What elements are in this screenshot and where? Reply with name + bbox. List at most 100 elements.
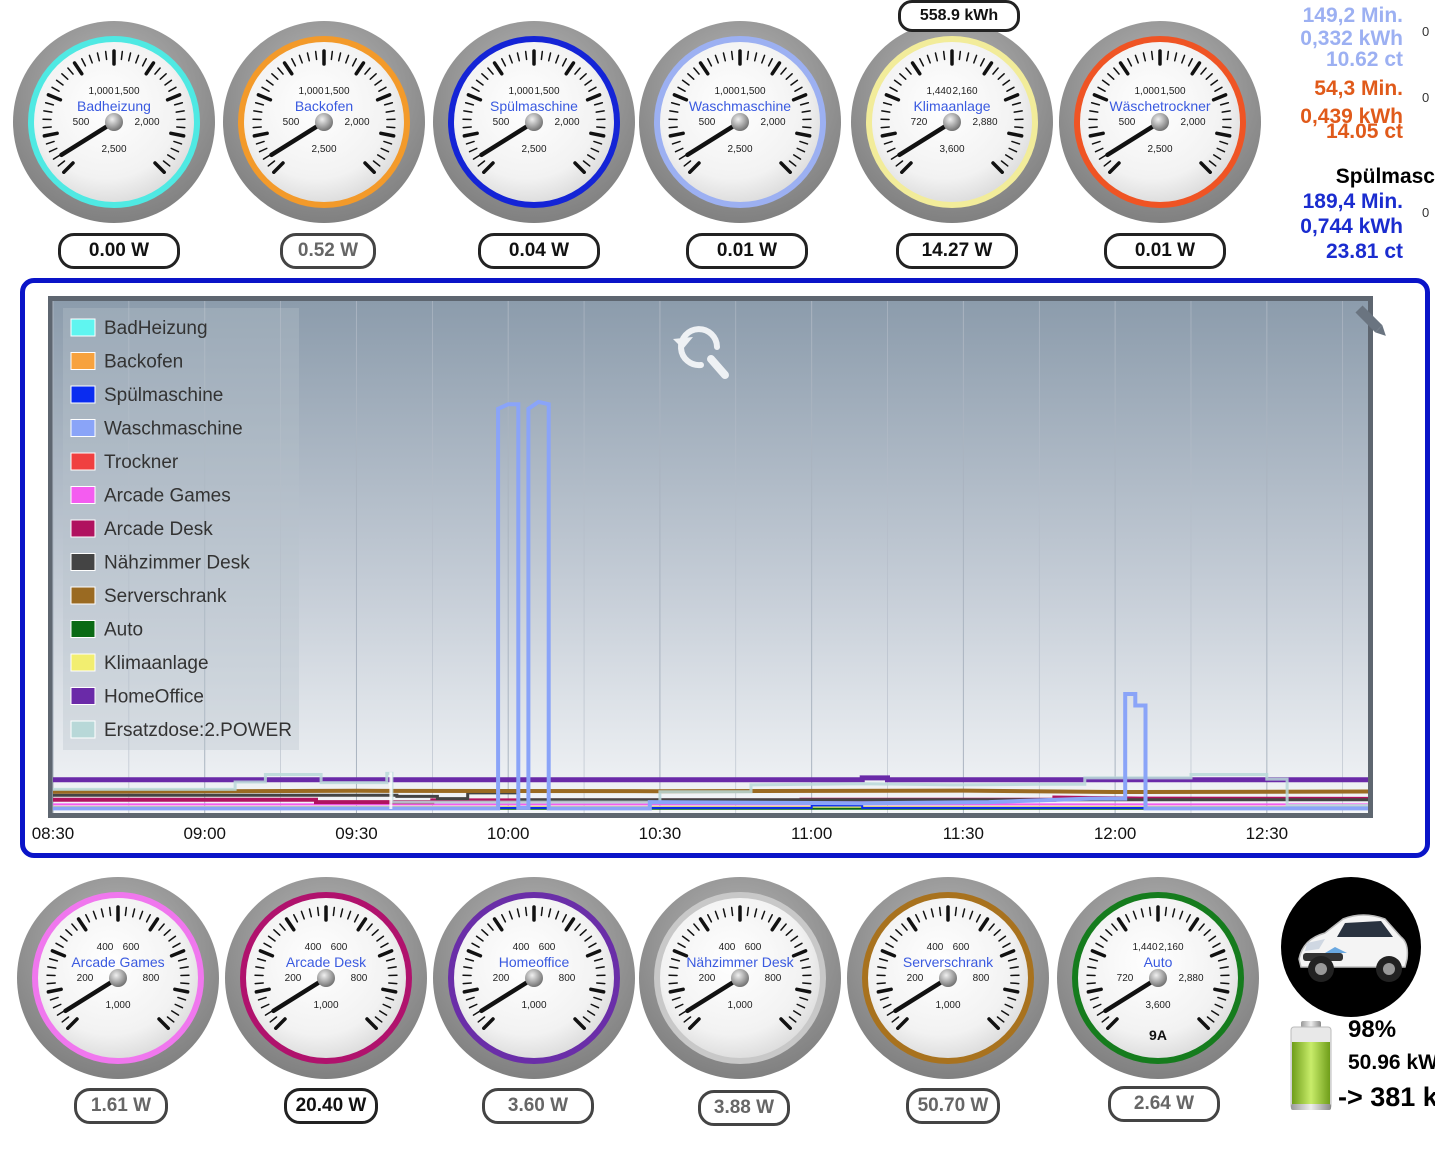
legend-item-backofen[interactable]: Backofen xyxy=(104,352,183,373)
gauge-tick-label: 600 xyxy=(123,942,140,953)
gauge-tick-label: 2,500 xyxy=(311,144,336,155)
gauge-backofen[interactable]: 1,000 1,500 500 2,000 2,500 Backofen xyxy=(222,20,426,224)
gauge-serverschrank[interactable]: 400 600 200 800 1,000 Serverschrank xyxy=(846,876,1050,1080)
gauge-tick-label: 600 xyxy=(953,942,970,953)
gauge-auto[interactable]: 1,440 2,160 720 2,880 3,600 Auto 9A xyxy=(1056,876,1260,1080)
gauge-tick-label: 2,500 xyxy=(521,144,546,155)
wasch-cost: 10.62 ct xyxy=(1325,48,1403,71)
gauge-tick-label: 1,500 xyxy=(1160,86,1185,97)
gauge-tick-label: 1,440 xyxy=(926,86,951,97)
power-value-klimaanlage: 14.27 W xyxy=(896,233,1018,269)
trock-minutes: 54,3 Min. xyxy=(1314,77,1403,100)
legend-item-serverschrank[interactable]: Serverschrank xyxy=(104,586,227,607)
gauge-homeoffice[interactable]: 400 600 200 800 1,000 Homeoffice xyxy=(432,876,636,1080)
legend-swatch xyxy=(70,720,96,739)
gauge-waschmaschine[interactable]: 1,000 1,500 500 2,000 2,500 Waschmaschine xyxy=(638,20,842,224)
legend-item-auto[interactable]: Auto xyxy=(104,620,143,641)
wasch-kwh: 0,332 kWh xyxy=(1300,27,1403,50)
gauge-arcade-games[interactable]: 400 600 200 800 1,000 Arcade Games xyxy=(16,876,220,1080)
spuel-cost: 23.81 ct xyxy=(1325,240,1403,263)
power-value-serverschrank: 50.70 W xyxy=(906,1088,1000,1124)
chart-canvas[interactable]: 08:30 09:00 09:30 10:00 10:30 11:00 11:30 12:00… xyxy=(25,283,1425,853)
waschmaschine-stats: 149,2 Min. 0,332 kWh 10.62 ct xyxy=(1300,4,1403,71)
gauge-spuelmaschine[interactable]: 1,000 1,500 500 2,000 2,500 Spülmaschine xyxy=(432,20,636,224)
power-value-waeschetrockner: 0.01 W xyxy=(1104,233,1226,269)
power-value-backofen: 0.52 W xyxy=(280,233,376,269)
gauge-tick-label: 600 xyxy=(745,942,762,953)
gauge-tick-label: 500 xyxy=(283,117,300,128)
gauge-tick-label: 2,000 xyxy=(760,117,785,128)
gauge-tick-label: 1,500 xyxy=(114,86,139,97)
gauge-tick-label: 800 xyxy=(351,973,368,984)
power-value-arcade-desk: 20.40 W xyxy=(284,1088,378,1124)
car-avatar[interactable] xyxy=(1281,877,1421,1017)
legend-item-ersatzdose-2-power[interactable]: Ersatzdose:2.POWER xyxy=(104,720,292,741)
gauge-tick-label: 400 xyxy=(305,942,322,953)
gauge-tick-label: 800 xyxy=(765,973,782,984)
power-value-auto: 2.64 W xyxy=(1108,1086,1220,1122)
gauge-tick-label: 2,160 xyxy=(952,86,977,97)
gauge-tick-label: 500 xyxy=(1119,117,1136,128)
spuelmaschine-stats: 189,4 Min. 0,744 kWh 23.81 ct xyxy=(1300,190,1403,263)
gauge-badheizung[interactable]: 1,000 1,500 500 2,000 2,500 Badheizung xyxy=(12,20,216,224)
gauge-tick-label: 800 xyxy=(143,973,160,984)
power-history-chart[interactable]: 08:30 09:00 09:30 10:00 10:30 11:00 11:30 12:00… xyxy=(20,278,1430,858)
clipped-text-2: 0 xyxy=(1422,90,1430,105)
gauge-naehzimmer-desk[interactable]: 400 600 200 800 1,000 Nähzimmer Desk xyxy=(638,876,842,1080)
legend-item-arcade-desk[interactable]: Arcade Desk xyxy=(104,519,213,540)
gauge-tick-label: 400 xyxy=(719,942,736,953)
gauge-tick-label: 2,880 xyxy=(1178,973,1203,984)
legend-item-arcade-games[interactable]: Arcade Games xyxy=(104,486,231,507)
power-value-homeoffice: 3.60 W xyxy=(482,1088,594,1124)
gauge-tick-label: 600 xyxy=(331,942,348,953)
gauge-name: Auto xyxy=(1144,954,1173,970)
gauge-name: Arcade Desk xyxy=(286,954,367,970)
chart-x-tick-label: 09:00 xyxy=(183,824,226,843)
gauge-tick-label: 2,000 xyxy=(344,117,369,128)
legend-item-trockner[interactable]: Trockner xyxy=(104,452,179,473)
gauge-klimaanlage[interactable]: 1,440 2,160 720 2,880 3,600 Klimaanlage xyxy=(850,20,1054,224)
gauge-arcade-desk[interactable]: 400 600 200 800 1,000 Arcade Desk xyxy=(224,876,428,1080)
chart-legend[interactable]: BadHeizung Backofen Spülmaschine Waschmasch… xyxy=(63,308,299,750)
gauge-tick-label: 2,160 xyxy=(1158,942,1183,953)
gauge-tick-label: 2,000 xyxy=(134,117,159,128)
legend-swatch xyxy=(70,553,96,571)
gauge-name: Waschmaschine xyxy=(689,98,791,114)
legend-item-waschmaschine[interactable]: Waschmaschine xyxy=(104,419,243,440)
gauge-tick-label: 200 xyxy=(77,973,94,984)
legend-item-homeoffice[interactable]: HomeOffice xyxy=(104,687,204,708)
gauge-tick-label: 800 xyxy=(973,973,990,984)
gauge-tick-label: 1,500 xyxy=(740,86,765,97)
gauge-tick-label: 500 xyxy=(493,117,510,128)
trockner-stats: 54,3 Min. 0,439 kWh 14.05 ct xyxy=(1300,77,1403,143)
gauge-waeschetrockner[interactable]: 1,000 1,500 500 2,000 2,500 Wäschetrockner xyxy=(1058,20,1262,224)
legend-swatch xyxy=(70,620,96,638)
legend-item-klimaanlage[interactable]: Klimaanlage xyxy=(104,653,209,674)
gauge-tick-label: 2,500 xyxy=(1147,144,1172,155)
gauge-extra-label: 9A xyxy=(1149,1027,1167,1043)
legend-swatch xyxy=(70,519,96,538)
legend-item-badheizung[interactable]: BadHeizung xyxy=(104,318,208,339)
gauge-tick-label: 3,600 xyxy=(1145,1000,1170,1011)
chart-x-tick-label: 12:00 xyxy=(1094,824,1137,843)
spuel-minutes: 189,4 Min. xyxy=(1302,190,1403,213)
gauge-tick-label: 200 xyxy=(493,973,510,984)
gauge-tick-label: 200 xyxy=(907,973,924,984)
legend-swatch xyxy=(70,385,96,404)
gauge-tick-label: 1,000 xyxy=(105,1000,130,1011)
klima-total-energy: 558.9 kWh xyxy=(898,0,1020,32)
gauge-tick-label: 1,000 xyxy=(935,1000,960,1011)
gauge-tick-label: 1,440 xyxy=(1132,942,1157,953)
gauge-tick-label: 1,500 xyxy=(534,86,559,97)
car-icon xyxy=(1298,914,1409,982)
legend-item-naehzimmer-desk[interactable]: Nähzimmer Desk xyxy=(104,553,250,574)
gauge-tick-label: 2,000 xyxy=(1180,117,1205,128)
gauge-tick-label: 500 xyxy=(73,117,90,128)
gauge-tick-label: 1,000 xyxy=(727,1000,752,1011)
gauge-name: Klimaanlage xyxy=(913,98,990,114)
power-value-badheizung: 0.00 W xyxy=(58,233,180,269)
gauge-name: Serverschrank xyxy=(903,954,994,970)
legend-item-spuelmaschine[interactable]: Spülmaschine xyxy=(104,385,223,406)
chart-x-tick-label: 08:30 xyxy=(32,824,75,843)
chart-x-tick-label: 11:30 xyxy=(943,824,984,843)
